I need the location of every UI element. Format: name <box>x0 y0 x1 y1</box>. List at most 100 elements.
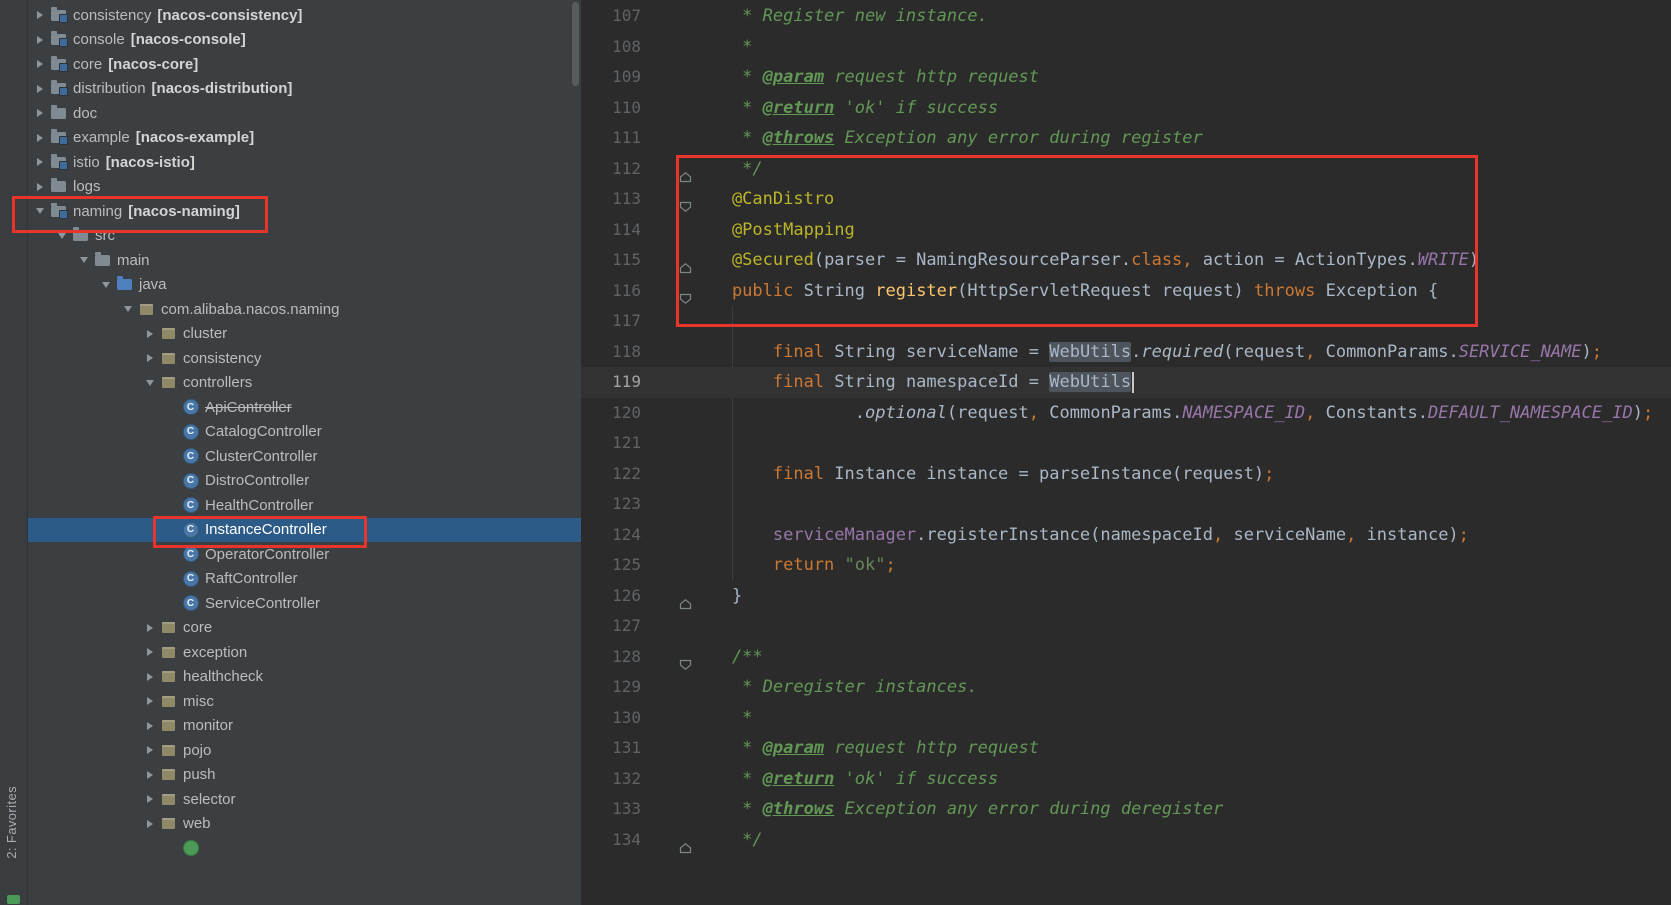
chevron-expanded-icon[interactable] <box>32 203 48 219</box>
line-number: 115 <box>612 250 641 269</box>
tree-item-label: main <box>117 251 150 269</box>
code-line[interactable]: 116 public String register(HttpServletRe… <box>581 276 1671 307</box>
code-line[interactable]: 130 * <box>581 703 1671 734</box>
code-line[interactable]: 128 /** <box>581 642 1671 673</box>
chevron-collapsed-icon[interactable] <box>32 7 48 23</box>
tool-strip-bottom-icon[interactable] <box>7 895 20 904</box>
code-line[interactable]: 121 <box>581 428 1671 459</box>
code-line[interactable]: 134 */ <box>581 825 1671 856</box>
tree-item-HealthController[interactable]: C HealthController <box>27 493 581 518</box>
chevron-collapsed-icon[interactable] <box>142 350 158 366</box>
tree-item-main[interactable]: main <box>27 248 581 273</box>
code-line[interactable]: 112 */ <box>581 154 1671 185</box>
tree-item-istio[interactable]: istio [nacos-istio] <box>27 150 581 175</box>
tree-item-example[interactable]: example [nacos-example] <box>27 126 581 151</box>
code-line[interactable]: 115 @Secured(parser = NamingResourcePars… <box>581 245 1671 276</box>
chevron-collapsed-icon[interactable] <box>32 179 48 195</box>
chevron-collapsed-icon[interactable] <box>142 742 158 758</box>
code-line[interactable]: 120 .optional(request, CommonParams.NAME… <box>581 398 1671 429</box>
code-editor[interactable]: 107 * Register new instance. 108 * 109 * @… <box>581 0 1671 905</box>
chevron-expanded-icon[interactable] <box>54 228 70 244</box>
chevron-collapsed-icon[interactable] <box>142 816 158 832</box>
tree-item-src[interactable]: src <box>27 224 581 249</box>
code-line[interactable]: 107 * Register new instance. <box>581 1 1671 32</box>
tree-item-CatalogController[interactable]: C CatalogController <box>27 420 581 445</box>
tree-item-pojo[interactable]: pojo <box>27 738 581 763</box>
chevron-collapsed-icon[interactable] <box>32 56 48 72</box>
class-icon: C <box>181 570 200 588</box>
project-tree-scrollbar[interactable] <box>572 2 579 86</box>
tree-item-selector[interactable]: selector <box>27 787 581 812</box>
arrow-spacer <box>164 522 180 538</box>
tree-item-console[interactable]: console [nacos-console] <box>27 28 581 53</box>
code-line[interactable]: 122 final Instance instance = parseInsta… <box>581 459 1671 490</box>
tree-item-ApiController[interactable]: C ApiController <box>27 395 581 420</box>
tree-item-consistency[interactable]: consistency [nacos-consistency] <box>27 3 581 28</box>
code-line[interactable]: 108 * <box>581 32 1671 63</box>
code-line[interactable]: 110 * @return 'ok' if success <box>581 93 1671 124</box>
chevron-collapsed-icon[interactable] <box>142 767 158 783</box>
tree-item-healthcheck[interactable]: healthcheck <box>27 665 581 690</box>
code-line[interactable]: 129 * Deregister instances. <box>581 672 1671 703</box>
chevron-collapsed-icon[interactable] <box>142 791 158 807</box>
chevron-collapsed-icon[interactable] <box>142 326 158 342</box>
tree-item-misc[interactable]: misc <box>27 689 581 714</box>
code-line[interactable]: 132 * @return 'ok' if success <box>581 764 1671 795</box>
code-line[interactable]: 125 return "ok"; <box>581 550 1671 581</box>
code-line[interactable]: 109 * @param request http request <box>581 62 1671 93</box>
code-line[interactable]: 118 final String serviceName = WebUtils.… <box>581 337 1671 368</box>
code-line[interactable]: 126 } <box>581 581 1671 612</box>
tree-item-doc[interactable]: doc <box>27 101 581 126</box>
tree-item-exception[interactable]: exception <box>27 640 581 665</box>
code-line[interactable]: 133 * @throws Exception any error during… <box>581 794 1671 825</box>
chevron-collapsed-icon[interactable] <box>32 81 48 97</box>
chevron-collapsed-icon[interactable] <box>32 154 48 170</box>
tree-item-DistroController[interactable]: C DistroController <box>27 469 581 494</box>
code-line[interactable]: 127 <box>581 611 1671 642</box>
tree-item-core[interactable]: core <box>27 616 581 641</box>
chevron-collapsed-icon[interactable] <box>142 620 158 636</box>
chevron-expanded-icon[interactable] <box>76 252 92 268</box>
tree-item-naming[interactable]: naming [nacos-naming] <box>27 199 581 224</box>
code-line[interactable]: 114 @PostMapping <box>581 215 1671 246</box>
code-line[interactable]: 119 final String namespaceId = WebUtils <box>581 367 1671 398</box>
chevron-collapsed-icon[interactable] <box>32 32 48 48</box>
tree-item-RaftController[interactable]: C RaftController <box>27 567 581 592</box>
tree-item-core[interactable]: core [nacos-core] <box>27 52 581 77</box>
tree-item-distribution[interactable]: distribution [nacos-distribution] <box>27 77 581 102</box>
tree-item-partial[interactable] <box>27 836 581 856</box>
code-text: final Instance instance = parseInstance(… <box>691 463 1275 484</box>
chevron-collapsed-icon[interactable] <box>142 669 158 685</box>
tree-item-InstanceController[interactable]: C InstanceController <box>27 517 581 542</box>
tree-item-java[interactable]: java <box>27 273 581 298</box>
chevron-collapsed-icon[interactable] <box>32 130 48 146</box>
chevron-expanded-icon[interactable] <box>120 301 136 317</box>
line-number: 122 <box>612 463 641 483</box>
tree-item-consistency[interactable]: consistency <box>27 346 581 371</box>
code-line[interactable]: 113 @CanDistro <box>581 184 1671 215</box>
line-number: 118 <box>612 341 641 361</box>
chevron-collapsed-icon[interactable] <box>32 105 48 121</box>
tree-item-OperatorController[interactable]: C OperatorController <box>27 542 581 567</box>
tree-item-ServiceController[interactable]: C ServiceController <box>27 591 581 616</box>
tree-item-monitor[interactable]: monitor <box>27 714 581 739</box>
code-line[interactable]: 124 serviceManager.registerInstance(name… <box>581 520 1671 551</box>
code-line[interactable]: 131 * @param request http request <box>581 733 1671 764</box>
chevron-collapsed-icon[interactable] <box>142 693 158 709</box>
tree-item-logs[interactable]: logs <box>27 175 581 200</box>
module-folder-icon <box>49 202 68 220</box>
tree-item-web[interactable]: web <box>27 812 581 837</box>
chevron-expanded-icon[interactable] <box>98 277 114 293</box>
tree-item-ClusterController[interactable]: C ClusterController <box>27 444 581 469</box>
chevron-collapsed-icon[interactable] <box>142 644 158 660</box>
code-line[interactable]: 111 * @throws Exception any error during… <box>581 123 1671 154</box>
tree-item-cluster[interactable]: cluster <box>27 322 581 347</box>
chevron-expanded-icon[interactable] <box>142 375 158 391</box>
code-line[interactable]: 117 <box>581 306 1671 337</box>
tree-item-controllers[interactable]: controllers <box>27 371 581 396</box>
chevron-collapsed-icon[interactable] <box>142 718 158 734</box>
tree-item-push[interactable]: push <box>27 763 581 788</box>
code-line[interactable]: 123 <box>581 489 1671 520</box>
tree-item-com.alibaba.nacos.naming[interactable]: com.alibaba.nacos.naming <box>27 297 581 322</box>
favorites-tool-button[interactable]: 2: Favorites <box>4 786 19 859</box>
